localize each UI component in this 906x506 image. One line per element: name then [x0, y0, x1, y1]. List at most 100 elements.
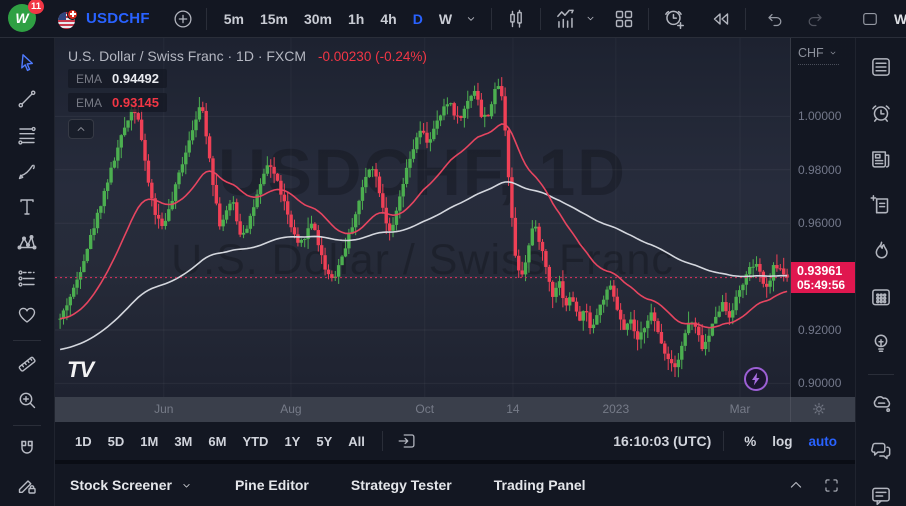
magnet-tool[interactable] — [10, 432, 44, 466]
lightning-icon — [750, 372, 762, 386]
axis-controls: 16:10:03 (UTC) % log auto — [613, 430, 845, 453]
layout-name-label[interactable]: Wealthy Educ... — [894, 11, 906, 27]
range-3m[interactable]: 3M — [166, 430, 200, 453]
go-to-date-button[interactable] — [392, 426, 422, 456]
range-ytd[interactable]: YTD — [234, 430, 276, 453]
minds-button[interactable] — [864, 387, 898, 421]
drawing-lock-tool[interactable] — [10, 468, 44, 502]
ema-legend-row[interactable]: EMA 0.93145 — [68, 93, 167, 112]
time-label: 2023 — [602, 402, 629, 416]
chart-style-button[interactable] — [500, 3, 532, 35]
projection-icon — [15, 267, 39, 291]
ema-fast-line — [60, 124, 787, 328]
timeframe-menu-button[interactable] — [459, 7, 483, 31]
axis-corner-divider — [790, 397, 791, 422]
indicators-button[interactable] — [549, 2, 583, 36]
toolbar-divider — [13, 425, 41, 426]
hotlists-button[interactable] — [864, 234, 898, 268]
add-symbol-button[interactable] — [168, 4, 198, 34]
panel-tab-strategy-tester[interactable]: Strategy Tester — [351, 471, 452, 499]
private-chat-icon — [868, 483, 894, 506]
time-axis[interactable]: JunAugOct142023Mar — [55, 397, 855, 422]
brush-tool[interactable] — [10, 154, 44, 188]
text-notes-icon — [868, 192, 894, 218]
undo-icon — [764, 8, 786, 30]
range-5y[interactable]: 5Y — [308, 430, 340, 453]
price-axis-currency-button[interactable]: CHF — [798, 46, 839, 65]
measure-tool[interactable] — [10, 347, 44, 381]
save-layout-checkbox[interactable] — [856, 5, 884, 33]
favorites-tool[interactable] — [10, 298, 44, 332]
tradingview-logo[interactable]: TV — [67, 357, 93, 383]
cursor-tool[interactable] — [10, 46, 44, 80]
range-1m[interactable]: 1M — [132, 430, 166, 453]
percent-scale-button[interactable]: % — [736, 430, 764, 453]
text-notes-button[interactable] — [864, 188, 898, 222]
timeframe-1h[interactable]: 1h — [341, 7, 371, 31]
timeframe-5m[interactable]: 5m — [217, 7, 251, 31]
layout-grid-button[interactable] — [608, 3, 640, 35]
indicator-templates-button[interactable] — [583, 7, 602, 30]
range-6m[interactable]: 6M — [200, 430, 234, 453]
clock-utc[interactable]: 16:10:03 (UTC) — [613, 433, 711, 449]
ema-value: 0.94492 — [112, 71, 159, 86]
public-chats-button[interactable] — [864, 433, 898, 467]
bar-replay-button[interactable] — [705, 3, 737, 35]
ema-label: EMA — [76, 96, 102, 110]
text-tool[interactable] — [10, 190, 44, 224]
range-1d[interactable]: 1D — [67, 430, 100, 453]
replay-icon — [709, 7, 733, 31]
chart-area[interactable]: USDCHF, 1D U.S. Dollar / Swiss Franc U.S… — [55, 38, 790, 397]
checkbox-icon — [860, 9, 880, 29]
create-alert-button[interactable] — [657, 2, 691, 36]
symbol-search-button[interactable]: USDCHF — [58, 9, 150, 29]
panel-tab-stock-screener[interactable]: Stock Screener — [70, 471, 193, 499]
legend-title-row[interactable]: U.S. Dollar / Swiss Franc · 1D · FXCM -0… — [68, 48, 427, 64]
price-axis[interactable]: CHF 1.000000.980000.960000.920000.90000 … — [790, 38, 855, 397]
timeframe-d[interactable]: D — [406, 7, 430, 31]
undo-button[interactable] — [760, 4, 790, 34]
chevron-down-icon — [463, 11, 479, 27]
thought-cloud-icon — [868, 391, 894, 417]
watchlist-icon — [868, 54, 894, 80]
fib-retracement-tool[interactable] — [10, 118, 44, 152]
alerts-button[interactable] — [864, 96, 898, 130]
log-scale-button[interactable]: log — [764, 430, 800, 453]
xabcd-pattern-tool[interactable] — [10, 226, 44, 260]
timeframe-30m[interactable]: 30m — [297, 7, 339, 31]
range-5d[interactable]: 5D — [100, 430, 133, 453]
axis-settings-button[interactable] — [810, 400, 828, 418]
timeframe-row: 5m15m30m1h4hDW — [217, 7, 459, 31]
trend-line-tool[interactable] — [10, 82, 44, 116]
ema-legend-row[interactable]: EMA 0.94492 — [68, 69, 167, 88]
panel-tab-trading-panel[interactable]: Trading Panel — [494, 471, 586, 499]
timeframe-w[interactable]: W — [432, 7, 459, 31]
calendar-button[interactable] — [864, 280, 898, 314]
drawing-lock-icon — [15, 473, 39, 497]
time-label: Aug — [280, 402, 301, 416]
projection-tool[interactable] — [10, 262, 44, 296]
news-button[interactable] — [864, 142, 898, 176]
bottom-panel-items: Stock Screener Pine Editor Strategy Tester… — [70, 471, 628, 499]
range-1y[interactable]: 1Y — [276, 430, 308, 453]
redo-button[interactable] — [800, 4, 830, 34]
toolbar-divider — [491, 8, 492, 30]
ideas-button[interactable] — [864, 326, 898, 360]
symbol-label: USDCHF — [86, 10, 150, 27]
auto-scale-button[interactable]: auto — [801, 430, 846, 453]
private-chat-button[interactable] — [864, 479, 898, 506]
price-label: 0.92000 — [798, 323, 841, 337]
legend-collapse-button[interactable] — [68, 119, 94, 139]
panel-tab-pine-editor[interactable]: Pine Editor — [235, 471, 309, 499]
account-logo[interactable]: W 11 — [8, 4, 38, 34]
expand-icon[interactable] — [822, 476, 841, 495]
realtime-data-icon[interactable] — [744, 367, 768, 391]
chevron-up-icon[interactable] — [786, 475, 806, 495]
range-all[interactable]: All — [340, 430, 373, 453]
zoom-in-tool[interactable] — [10, 383, 44, 417]
timeframe-4h[interactable]: 4h — [373, 7, 403, 31]
chevron-down-icon — [180, 479, 193, 492]
time-label: Jun — [154, 402, 173, 416]
timeframe-15m[interactable]: 15m — [253, 7, 295, 31]
watchlist-button[interactable] — [864, 50, 898, 84]
